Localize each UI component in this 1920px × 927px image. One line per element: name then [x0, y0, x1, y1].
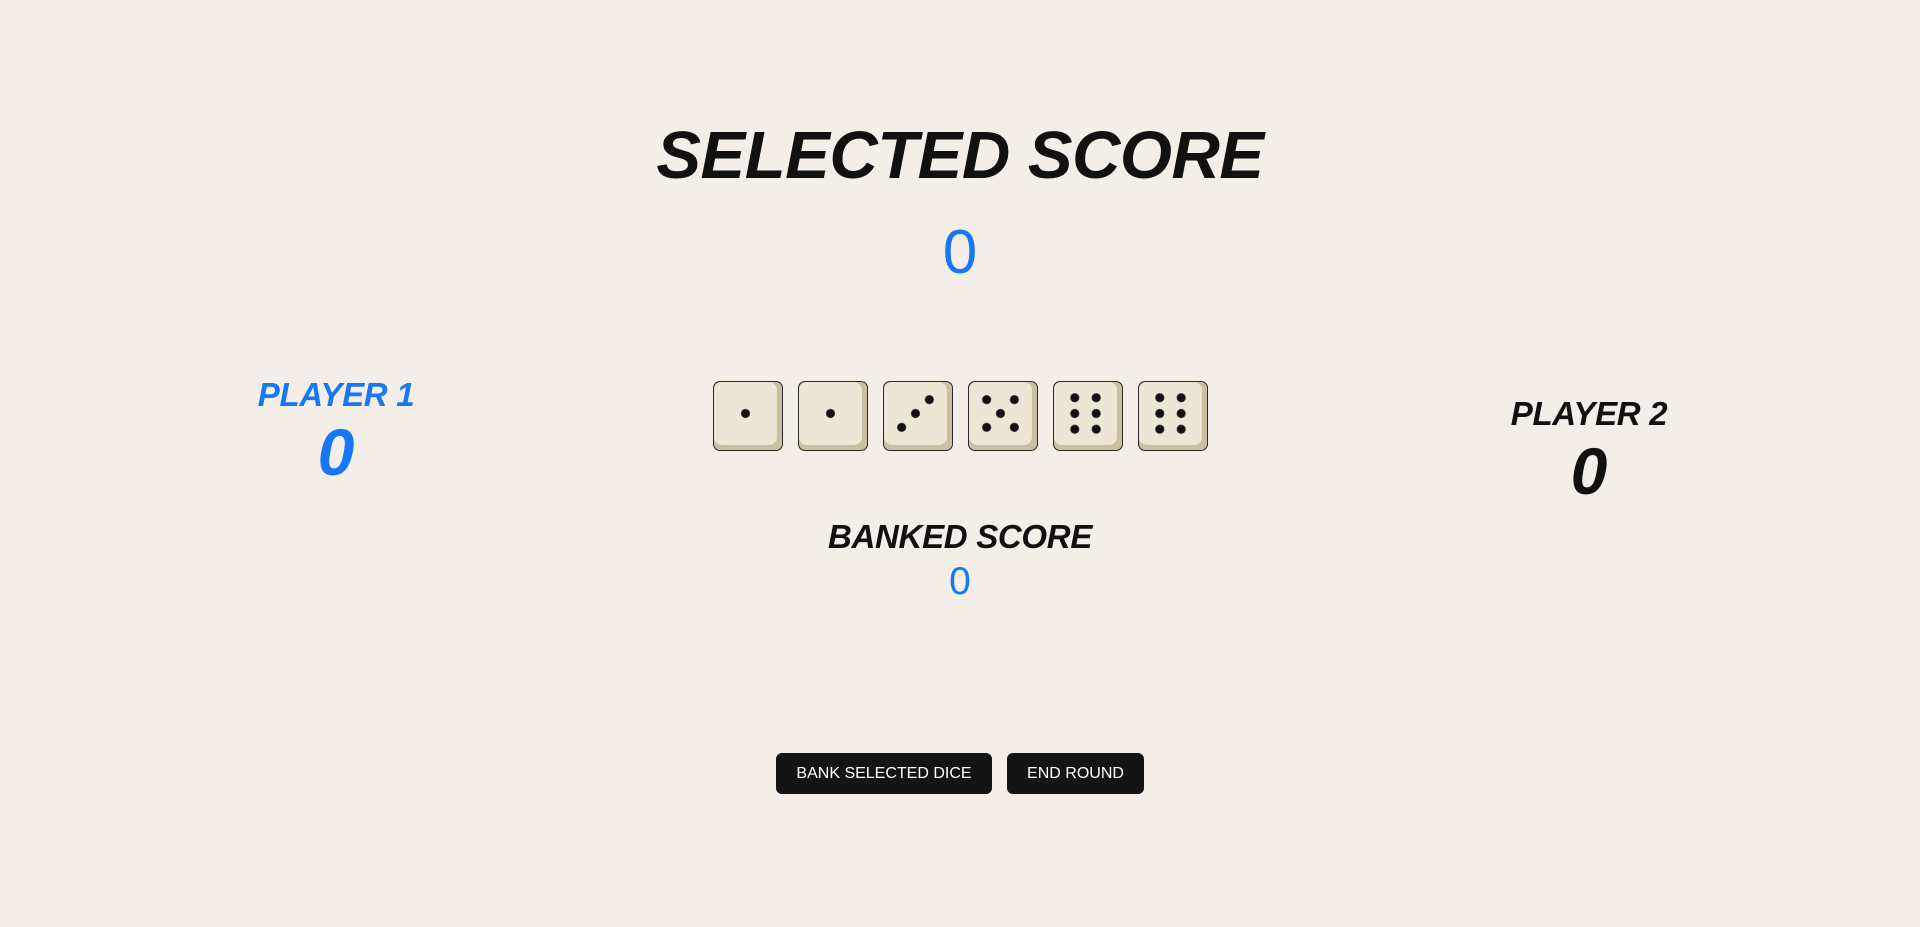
- end-round-button[interactable]: END ROUND: [1007, 753, 1144, 794]
- die-face: [1054, 382, 1117, 445]
- selected-score-title: SELECTED SCORE: [656, 118, 1264, 193]
- pip: [1176, 393, 1186, 403]
- die-1[interactable]: [713, 381, 783, 451]
- player-1-panel: PLAYER 1 0: [236, 378, 436, 485]
- pip: [981, 394, 992, 405]
- die-5[interactable]: [1053, 381, 1123, 451]
- die-2[interactable]: [798, 381, 868, 451]
- die-4[interactable]: [968, 381, 1038, 451]
- pip: [1091, 424, 1101, 434]
- bank-selected-dice-button[interactable]: BANK SELECTED DICE: [776, 753, 992, 794]
- die-3[interactable]: [883, 381, 953, 451]
- pip: [1070, 424, 1080, 434]
- player-1-name: PLAYER 1: [257, 376, 415, 413]
- pip: [1091, 393, 1101, 403]
- pip: [896, 422, 907, 433]
- die-face: [714, 382, 777, 445]
- dice-row: [713, 381, 1208, 451]
- pip: [1176, 408, 1186, 419]
- pip: [825, 408, 836, 419]
- player-2-score: 0: [1570, 434, 1608, 508]
- player-2-panel: PLAYER 2 0: [1489, 397, 1689, 504]
- banked-score-title: BANKED SCORE: [827, 518, 1093, 555]
- die-face: [969, 382, 1032, 445]
- pip: [1009, 422, 1020, 433]
- pip: [1155, 424, 1165, 434]
- pip: [1091, 408, 1101, 419]
- banked-score-value: 0: [949, 560, 971, 603]
- player-1-score: 0: [317, 415, 355, 489]
- player-2-name: PLAYER 2: [1510, 395, 1668, 432]
- selected-score-value: 0: [942, 218, 978, 287]
- pip: [1070, 408, 1080, 419]
- pip: [1176, 424, 1186, 434]
- pip: [1009, 394, 1020, 405]
- pip: [924, 394, 935, 405]
- pip: [995, 408, 1006, 419]
- pip: [1155, 393, 1165, 403]
- pip: [910, 408, 921, 419]
- die-6[interactable]: [1138, 381, 1208, 451]
- die-face: [884, 382, 947, 445]
- action-bar: BANK SELECTED DICE END ROUND: [776, 753, 1144, 794]
- die-face: [799, 382, 862, 445]
- die-face: [1139, 382, 1202, 445]
- pip: [981, 422, 992, 433]
- pip: [1155, 408, 1165, 419]
- pip: [1070, 393, 1080, 403]
- pip: [740, 408, 751, 419]
